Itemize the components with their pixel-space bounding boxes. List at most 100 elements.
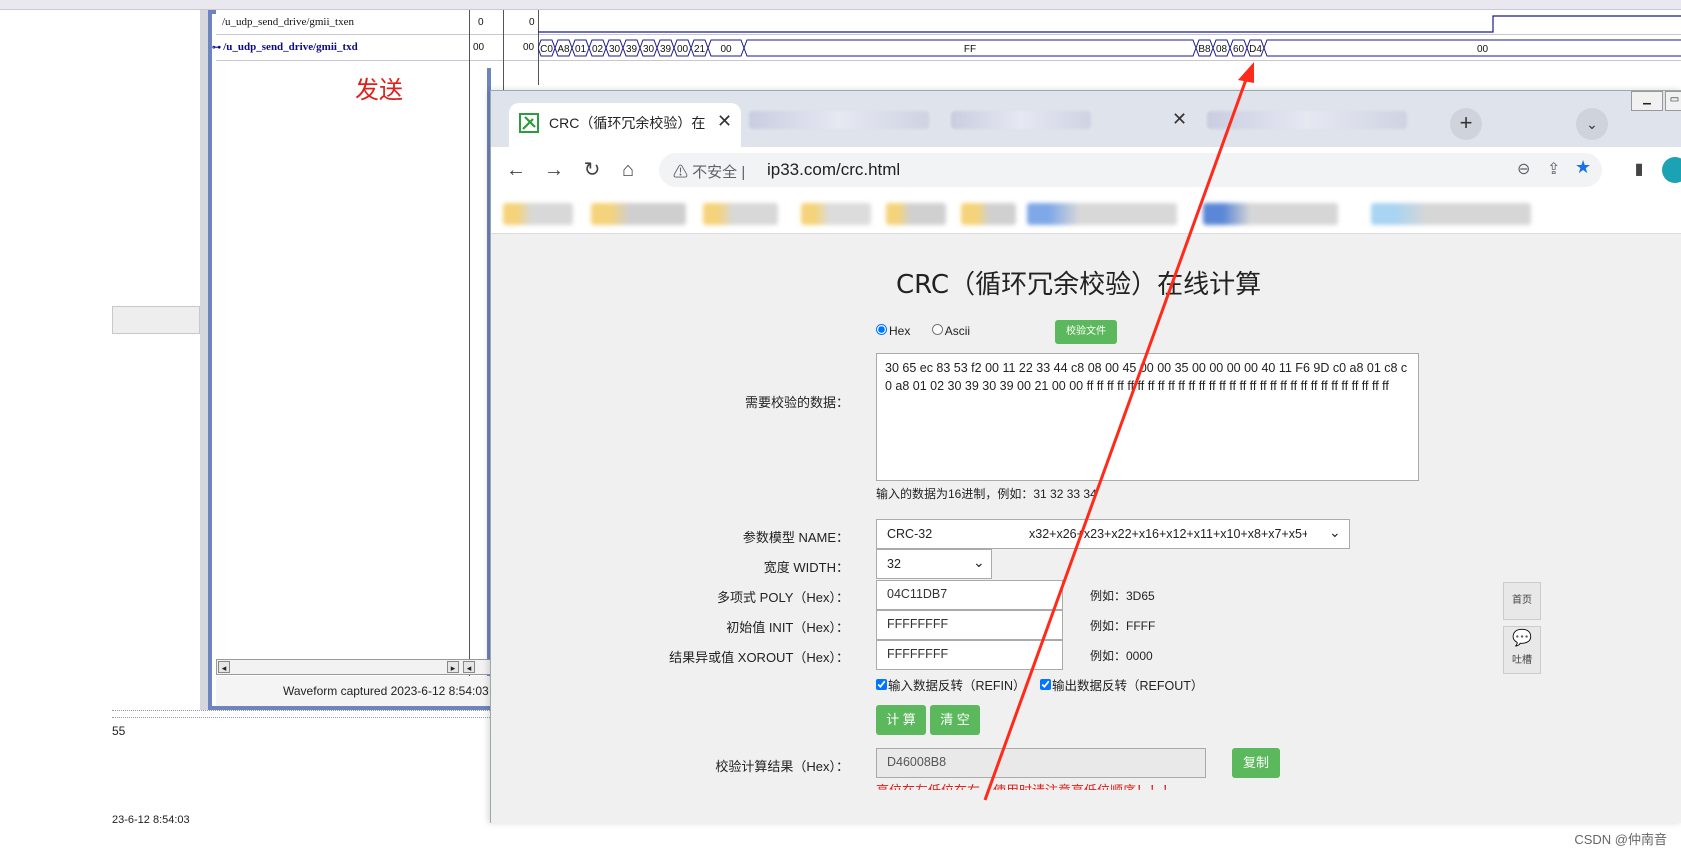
width-select[interactable]: 32 ⌄ [876, 549, 992, 579]
bookmark-item[interactable] [1027, 203, 1177, 225]
bus-segment-label: D4 [1249, 44, 1262, 55]
bookmark-item[interactable] [1371, 203, 1531, 225]
init-input[interactable]: FFFFFFFF [876, 610, 1063, 640]
send-note: 发送 [355, 76, 403, 104]
bookmark-star-icon[interactable]: ★ [1575, 157, 1591, 178]
reload-icon[interactable]: ↻ [577, 155, 607, 185]
name-value-divider[interactable] [469, 10, 470, 700]
bus-segment-label: C0 [540, 44, 553, 55]
tab-strip: CRC（循环冗余校验）在 ✕ ✕ + ⌄ ▁ ▭ [491, 91, 1681, 147]
signal-value-txen-cursor: 0 [529, 17, 535, 28]
refout-checkbox[interactable]: 输出数据反转（REFOUT） [1040, 675, 1203, 694]
bookmark-item[interactable] [1203, 203, 1338, 225]
signal-name-txen[interactable]: /u_udp_send_drive/gmii_txen [222, 16, 354, 28]
dotted-separator [112, 710, 490, 718]
home-icon[interactable]: ⌂ [613, 155, 643, 185]
security-indicator[interactable]: ⚠ 不安全 | [673, 161, 745, 182]
bookmark-item[interactable] [703, 203, 778, 225]
side-feedback-button[interactable]: 💬 吐槽 [1503, 626, 1541, 674]
bus-segment-label: 60 [1233, 44, 1245, 55]
back-icon[interactable]: ← [501, 155, 531, 185]
close-icon[interactable]: ✕ [717, 111, 732, 132]
scroll-left-button-2[interactable]: ◂ [463, 661, 475, 673]
bookmarks-bar [491, 193, 1681, 234]
page-title: CRC（循环冗余校验）在线计算 [896, 270, 1262, 300]
side-feedback-label: 吐槽 [1512, 655, 1532, 666]
width-value: 32 [887, 557, 901, 571]
signal-name-txd[interactable]: ⊶ /u_udp_send_drive/gmii_txd [212, 41, 358, 53]
model-label: 参数模型 NAME： [742, 530, 849, 545]
refin-checkbox[interactable]: 输入数据反转（REFIN） [876, 675, 1026, 694]
result-output[interactable]: D46008B8 [876, 748, 1206, 778]
url-text[interactable]: ip33.com/crc.html [767, 160, 900, 180]
left-panel-bar[interactable] [112, 306, 200, 334]
copy-button[interactable]: 复制 [1232, 748, 1280, 778]
model-select[interactable]: CRC-32 x32+x26+x23+x22+x16+x12+x11+x10+x… [876, 519, 1350, 549]
calculate-button[interactable]: 计 算 [876, 705, 926, 735]
bus-segment-label: 00 [1477, 44, 1489, 55]
bookmark-item[interactable] [801, 203, 871, 225]
init-example: 例如：FFFF [1090, 619, 1156, 633]
forward-icon[interactable]: → [539, 155, 569, 185]
ascii-radio-label: Ascii [944, 324, 971, 338]
bus-segment-label: 00 [677, 44, 689, 55]
bookmark-item[interactable] [961, 203, 1016, 225]
new-tab-button[interactable]: + [1450, 108, 1482, 140]
blurred-tab[interactable] [1207, 111, 1407, 129]
blurred-tab[interactable] [951, 111, 1091, 129]
clear-button[interactable]: 清 空 [930, 705, 980, 735]
address-bar[interactable]: ⚠ 不安全 | ip33.com/crc.html ⊖ ⇪ ★ [659, 153, 1602, 187]
scroll-left-button[interactable]: ◂ [218, 661, 230, 673]
restore-button[interactable]: ▭ [1665, 91, 1681, 111]
waveform-view: /u_udp_send_drive/gmii_txen 0 0 ⊶ /u_udp… [212, 10, 1681, 700]
ascii-radio-input[interactable] [931, 324, 943, 335]
side-panel-icon[interactable]: ▮ [1624, 155, 1654, 185]
expand-icon[interactable]: ⊶ [212, 42, 223, 52]
bus-segment-label: FF [964, 44, 976, 55]
bus-segment-label: 08 [1216, 44, 1228, 55]
refout-checkbox-input[interactable] [1040, 679, 1051, 690]
data-label: 需要校验的数据： [744, 395, 849, 410]
chat-bubble-icon: 💬 [1512, 630, 1532, 647]
data-hint: 输入的数据为16进制，例如：31 32 33 34 [876, 487, 1097, 501]
bus-segment-label: A8 [557, 44, 570, 55]
hex-radio-label: Hex [889, 324, 911, 338]
hex-radio-input[interactable] [876, 324, 887, 335]
signal-value-txen: 0 [478, 17, 484, 28]
scroll-right-button[interactable]: ▸ [447, 661, 459, 673]
share-icon[interactable]: ⇪ [1547, 159, 1560, 179]
bus-segment-label: 21 [694, 44, 706, 55]
tab-active[interactable]: CRC（循环冗余校验）在 ✕ [509, 103, 741, 147]
side-home-button[interactable]: 首页 [1503, 582, 1541, 620]
tab-search-button[interactable]: ⌄ [1576, 108, 1608, 140]
bookmark-item[interactable] [591, 203, 686, 225]
blurred-tab[interactable] [749, 111, 929, 129]
bus-segment-label: 39 [660, 44, 672, 55]
txen-trace [538, 15, 1681, 33]
refin-checkbox-input[interactable] [876, 679, 887, 690]
bookmark-item[interactable] [886, 203, 946, 225]
left-panel-lower [112, 334, 201, 710]
zoom-icon[interactable]: ⊖ [1517, 159, 1530, 179]
csdn-watermark: CSDN @仲南音 [1574, 832, 1667, 847]
profile-avatar[interactable] [1662, 157, 1681, 183]
xorout-input[interactable]: FFFFFFFF [876, 640, 1063, 670]
minimize-button[interactable]: ▁ [1631, 91, 1663, 111]
left-date: 23-6-12 8:54:03 [112, 814, 190, 826]
hex-radio[interactable]: Hex [876, 324, 910, 338]
top-strip [0, 0, 1681, 10]
close-icon[interactable]: ✕ [1172, 109, 1187, 130]
data-textarea[interactable]: 30 65 ec 83 53 f2 00 11 22 33 44 c8 08 0… [876, 353, 1419, 481]
check-file-button[interactable]: 校验文件 [1055, 320, 1117, 344]
poly-label: 多项式 POLY（Hex）： [717, 590, 849, 605]
left-number: 55 [112, 724, 126, 738]
width-label: 宽度 WIDTH： [763, 560, 849, 575]
waveform-hscrollbar[interactable]: ◂ ▸ ◂ [216, 659, 491, 675]
panel-splitter[interactable] [200, 10, 208, 710]
signal-name-txd-label: /u_udp_send_drive/gmii_txd [223, 41, 358, 53]
bus-segment-label: 30 [609, 44, 621, 55]
poly-input[interactable]: 04C11DB7 [876, 580, 1063, 610]
txd-bus-trace: C0 A8 01 02 30 39 30 39 00 21 00 FF B8 08 60 D4 00 [538, 39, 1681, 57]
ascii-radio[interactable]: Ascii [931, 324, 971, 338]
bookmark-item[interactable] [503, 203, 573, 225]
